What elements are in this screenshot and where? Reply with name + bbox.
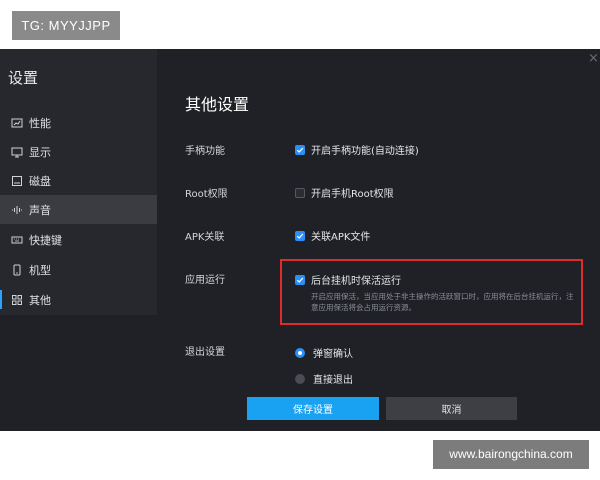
gamepad-option-label: 开启手柄功能(自动连接) bbox=[311, 146, 419, 157]
checkbox-checked-icon[interactable] bbox=[295, 144, 305, 155]
sidebar-item-label: 性能 bbox=[29, 116, 51, 130]
setting-label-root: Root权限 bbox=[185, 189, 228, 200]
sidebar-item-disk[interactable]: 磁盘 bbox=[0, 166, 157, 195]
watermark-tag-bottom-right: www.bairongchina.com bbox=[433, 440, 589, 469]
grid-icon bbox=[11, 294, 23, 306]
apk-option-label: 关联APK文件 bbox=[311, 232, 371, 243]
exit-option-confirm-popup[interactable]: 弹窗确认 bbox=[295, 345, 353, 360]
gamepad-checkbox-option[interactable]: 开启手柄功能(自动连接) bbox=[295, 142, 419, 157]
sidebar-item-display[interactable]: 显示 bbox=[0, 137, 157, 166]
sidebar-item-label: 磁盘 bbox=[29, 174, 51, 188]
setting-label-apk: APK关联 bbox=[185, 232, 225, 243]
sidebar-item-label: 显示 bbox=[29, 145, 51, 159]
sidebar-item-label: 快捷键 bbox=[29, 233, 62, 247]
root-checkbox-option[interactable]: 开启手机Root权限 bbox=[295, 185, 394, 200]
sidebar-item-performance[interactable]: 性能 bbox=[0, 108, 157, 137]
save-settings-button[interactable]: 保存设置 bbox=[247, 397, 379, 420]
monitor-icon bbox=[11, 146, 23, 158]
sidebar-item-device-model[interactable]: 机型 bbox=[0, 255, 157, 284]
cancel-button[interactable]: 取消 bbox=[386, 397, 517, 420]
checkbox-checked-icon[interactable] bbox=[295, 274, 305, 285]
performance-icon bbox=[11, 117, 23, 129]
page-title: 其他设置 bbox=[185, 95, 250, 114]
sidebar-item-shortcuts[interactable]: 快捷键 bbox=[0, 225, 157, 254]
background-keepalive-checkbox-option[interactable]: 后台挂机时保活运行 bbox=[295, 272, 401, 287]
active-indicator bbox=[0, 290, 2, 309]
sidebar-item-label: 机型 bbox=[29, 263, 51, 277]
background-keepalive-description: 开启应用保活，当应用处于非主操作的活跃窗口时，应用将在后台挂机运行，注意应用保活… bbox=[311, 292, 574, 312]
exit-option-label: 直接退出 bbox=[313, 375, 353, 386]
checkbox-unchecked-icon[interactable] bbox=[295, 187, 305, 198]
sidebar-item-label: 声音 bbox=[29, 203, 51, 217]
keyboard-icon bbox=[11, 234, 23, 246]
sound-wave-icon bbox=[11, 204, 23, 216]
disk-icon bbox=[11, 175, 23, 187]
close-icon[interactable]: × bbox=[588, 51, 599, 66]
sidebar-title: 设置 bbox=[8, 69, 39, 87]
phone-icon bbox=[11, 264, 23, 276]
root-option-label: 开启手机Root权限 bbox=[311, 189, 394, 200]
sidebar-item-sound[interactable]: 声音 bbox=[0, 195, 157, 224]
watermark-tag-top-left: TG: MYYJJPP bbox=[12, 11, 120, 40]
settings-window: 设置 性能 显示 磁盘 声音 快捷键 机型 其他 × 其他设置 手柄功能 开启手… bbox=[0, 49, 600, 431]
background-keepalive-label: 后台挂机时保活运行 bbox=[311, 276, 401, 287]
radio-unselected-icon[interactable] bbox=[295, 373, 305, 384]
exit-option-direct[interactable]: 直接退出 bbox=[295, 371, 353, 386]
apk-checkbox-option[interactable]: 关联APK文件 bbox=[295, 228, 370, 243]
sidebar-footer-area bbox=[0, 315, 157, 431]
sidebar-item-other[interactable]: 其他 bbox=[0, 285, 157, 314]
sidebar-item-label: 其他 bbox=[29, 293, 51, 307]
exit-option-label: 弹窗确认 bbox=[313, 349, 353, 360]
setting-label-gamepad: 手柄功能 bbox=[185, 146, 225, 157]
checkbox-checked-icon[interactable] bbox=[295, 230, 305, 241]
setting-label-app-run: 应用运行 bbox=[185, 275, 225, 286]
radio-selected-icon[interactable] bbox=[295, 347, 305, 358]
sidebar: 设置 性能 显示 磁盘 声音 快捷键 机型 其他 bbox=[0, 49, 157, 431]
setting-label-exit: 退出设置 bbox=[185, 347, 225, 358]
